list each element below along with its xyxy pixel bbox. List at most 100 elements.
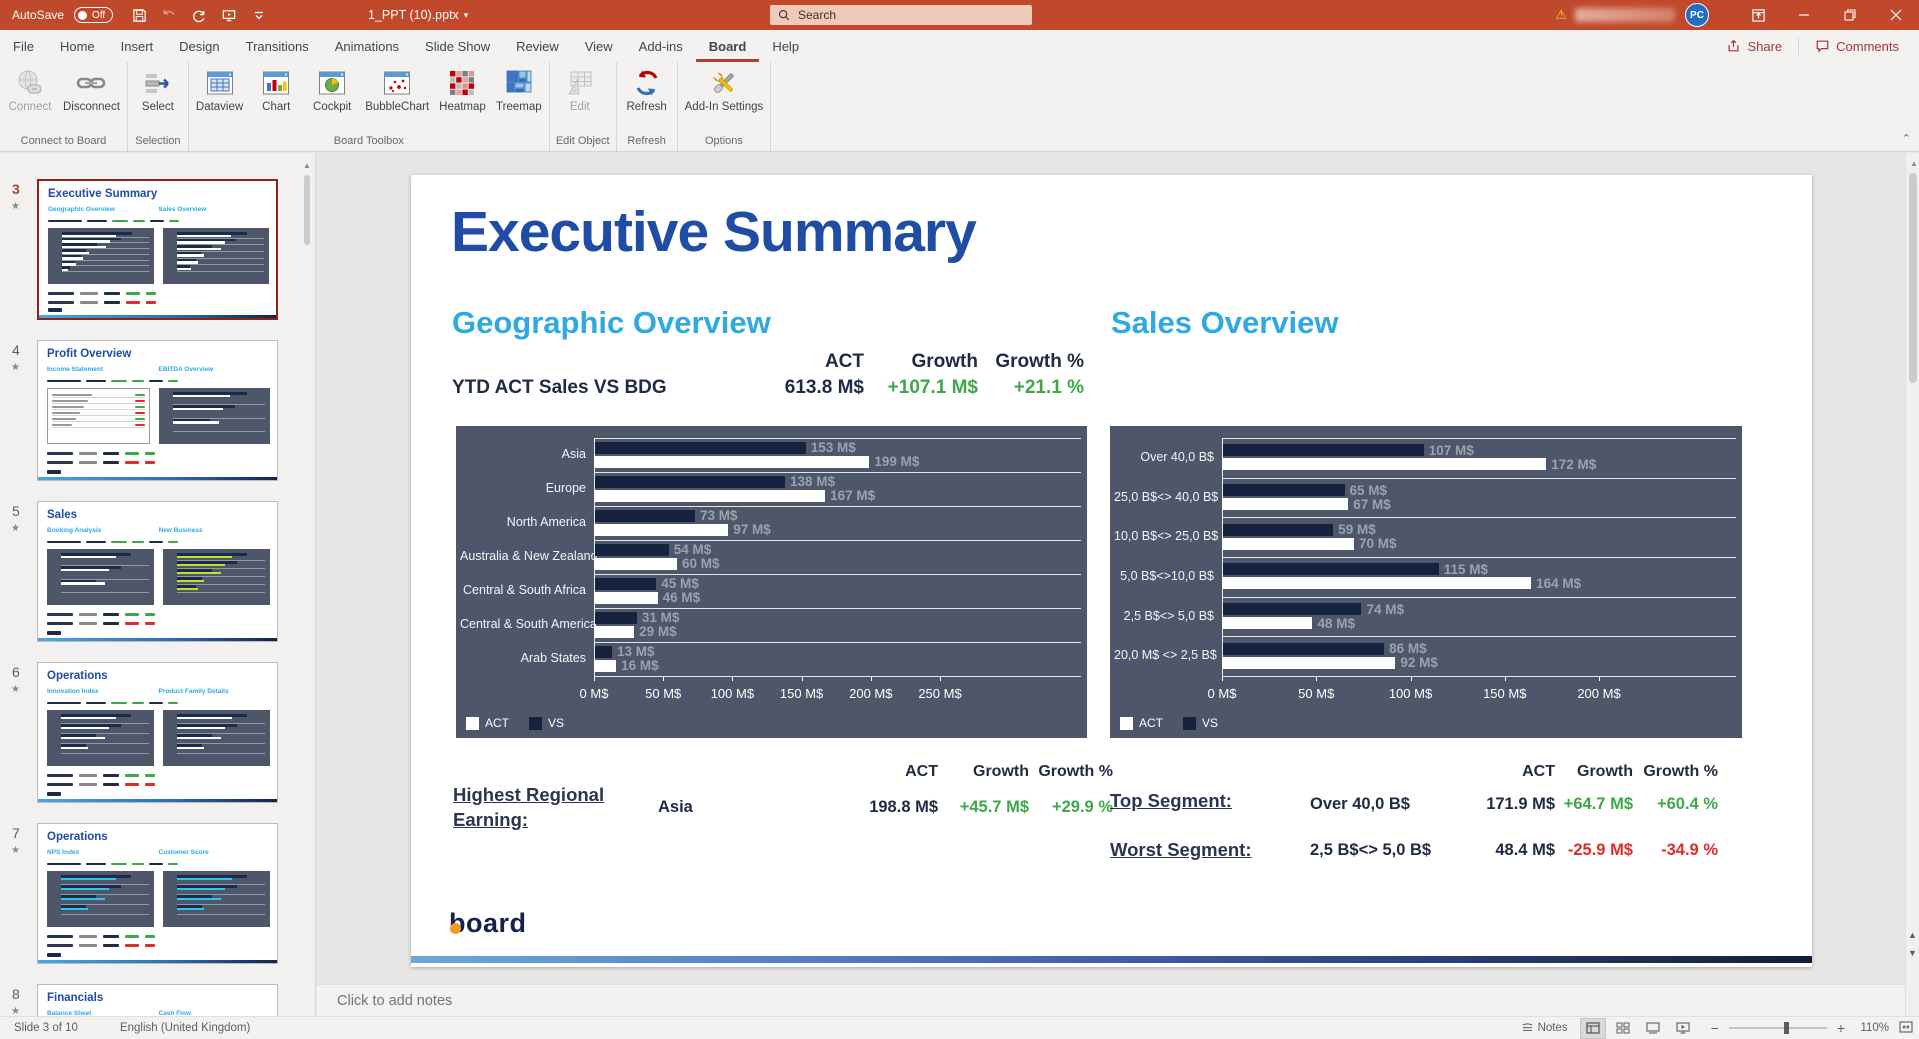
disconnect-button[interactable]: Disconnect bbox=[58, 65, 125, 133]
scroll-up-icon[interactable]: ▲ bbox=[303, 161, 311, 170]
share-button[interactable]: Share bbox=[1716, 36, 1792, 57]
user-name-redacted bbox=[1575, 8, 1675, 22]
thumbnail-accent-strip bbox=[38, 477, 277, 480]
thumbnail-mini-chart bbox=[163, 549, 270, 605]
close-button[interactable] bbox=[1873, 0, 1919, 30]
zoom-percentage[interactable]: 110% bbox=[1855, 1022, 1889, 1034]
bubblechart-button[interactable]: BubbleChart bbox=[360, 65, 434, 133]
slide-thumbnail-3[interactable]: Executive SummaryGeographic OverviewSale… bbox=[37, 179, 278, 320]
comments-button[interactable]: Comments bbox=[1805, 36, 1909, 57]
select-button[interactable]: Select bbox=[130, 65, 186, 133]
autosave-toggle[interactable]: Off bbox=[74, 7, 113, 23]
tab-review[interactable]: Review bbox=[503, 30, 572, 62]
scrollbar-thumb[interactable] bbox=[1909, 173, 1917, 383]
tab-transitions[interactable]: Transitions bbox=[233, 30, 322, 62]
slide-scrollbar[interactable]: ▲ ▲ ▼ bbox=[1905, 153, 1919, 1016]
slide-number: 7 bbox=[12, 825, 20, 841]
segment-summary-table[interactable]: ACT Growth Growth % Top Segment: Over 40… bbox=[1110, 763, 1718, 873]
thumbnail-section-label: Geographic Overview bbox=[48, 206, 159, 213]
language-status[interactable]: English (United Kingdom) bbox=[116, 1022, 254, 1034]
avatar[interactable]: PC bbox=[1685, 3, 1709, 27]
status-bar: Slide 3 of 10 English (United Kingdom) N… bbox=[0, 1016, 1919, 1039]
tab-help[interactable]: Help bbox=[759, 30, 812, 62]
scroll-up-icon[interactable]: ▲ bbox=[1910, 159, 1918, 168]
search-input[interactable]: Search bbox=[770, 5, 1032, 25]
kpi-header-growth-pct: Growth % bbox=[978, 351, 1084, 373]
thumbnail-footer-rows bbox=[47, 610, 268, 628]
dataview-button[interactable]: Dataview bbox=[191, 65, 248, 133]
previous-slide-icon[interactable]: ▲ bbox=[1908, 930, 1917, 940]
restore-button[interactable] bbox=[1827, 0, 1873, 30]
thumbnail-kpi-row bbox=[47, 860, 268, 868]
tab-board[interactable]: Board bbox=[696, 30, 760, 62]
tab-design[interactable]: Design bbox=[166, 30, 232, 62]
button-label: Add-In Settings bbox=[685, 101, 764, 114]
chart-bar bbox=[1222, 498, 1348, 510]
chart-bar bbox=[1222, 643, 1384, 655]
sales-overview-chart[interactable]: Over 40,0 B$107 M$172 M$25,0 B$<> 40,0 B… bbox=[1110, 426, 1742, 738]
minimize-button[interactable] bbox=[1781, 0, 1827, 30]
sales-overview-heading[interactable]: Sales Overview bbox=[1111, 305, 1339, 341]
chart-legend: ACTVS bbox=[1120, 716, 1218, 730]
start-presentation-icon[interactable] bbox=[221, 7, 237, 23]
tab-slide-show[interactable]: Slide Show bbox=[412, 30, 503, 62]
heatmap-button[interactable]: Heatmap bbox=[434, 65, 491, 133]
tab-add-ins[interactable]: Add-ins bbox=[626, 30, 696, 62]
tab-insert[interactable]: Insert bbox=[108, 30, 167, 62]
thumbnail-mini-chart bbox=[47, 549, 154, 605]
tab-file[interactable]: File bbox=[0, 30, 47, 62]
slideshow-view-button[interactable] bbox=[1670, 1018, 1696, 1039]
customize-qat-icon[interactable] bbox=[251, 7, 267, 23]
geographic-overview-chart[interactable]: Asia153 M$199 M$Europe138 M$167 M$North … bbox=[456, 426, 1087, 738]
slide-thumbnail-4[interactable]: Profit OverviewIncome StatementEBITDA Ov… bbox=[37, 340, 278, 481]
collapse-ribbon-icon[interactable]: ⌃ bbox=[1902, 132, 1911, 145]
thumbnail-section-label: Product Family Details bbox=[159, 688, 271, 695]
tab-view[interactable]: View bbox=[572, 30, 626, 62]
chart-bar-group: 45 M$46 M$ bbox=[594, 576, 700, 605]
tools-icon bbox=[709, 68, 739, 98]
chart-category-label: Asia bbox=[460, 447, 586, 461]
notes-placeholder: Click to add notes bbox=[337, 993, 452, 1009]
undo-icon[interactable] bbox=[161, 7, 177, 23]
chart-button[interactable]: Chart bbox=[248, 65, 304, 133]
thumbnail-accent-strip bbox=[38, 638, 277, 641]
slide-number-status[interactable]: Slide 3 of 10 bbox=[10, 1022, 82, 1034]
zoom-slider-thumb[interactable] bbox=[1784, 1022, 1789, 1034]
slide-number: 4 bbox=[12, 342, 20, 358]
zoom-in-button[interactable]: + bbox=[1834, 1020, 1848, 1036]
tab-home[interactable]: Home bbox=[47, 30, 108, 62]
slide-thumbnail-7[interactable]: OperationsNPS IndexCustomer Score bbox=[37, 823, 278, 964]
slide-title[interactable]: Executive Summary bbox=[451, 199, 976, 265]
slide-thumbnail-8[interactable]: FinancialsBalance SheetCash Flow bbox=[37, 984, 278, 1016]
geographic-overview-heading[interactable]: Geographic Overview bbox=[452, 305, 771, 341]
warning-icon[interactable]: ⚠ bbox=[1555, 7, 1567, 23]
ribbon-group-label: Options bbox=[680, 133, 769, 151]
ribbon-display-options-icon[interactable] bbox=[1735, 0, 1781, 30]
notes-pane[interactable]: Click to add notes bbox=[317, 984, 1905, 1016]
document-title[interactable]: 1_PPT (10).pptx ▾ bbox=[368, 0, 468, 30]
save-icon[interactable] bbox=[131, 7, 147, 23]
add-in-settings-button[interactable]: Add-In Settings bbox=[680, 65, 769, 133]
slide-thumbnail-6[interactable]: OperationsInnovation IndexProduct Family… bbox=[37, 662, 278, 803]
fit-slide-to-window-icon[interactable] bbox=[1899, 1021, 1913, 1036]
tab-animations[interactable]: Animations bbox=[322, 30, 412, 62]
normal-view-button[interactable] bbox=[1580, 1018, 1606, 1039]
slide-canvas[interactable]: Executive Summary Geographic Overview Sa… bbox=[411, 175, 1812, 967]
next-slide-icon[interactable]: ▼ bbox=[1908, 948, 1917, 958]
slide-thumbnail-5[interactable]: SalesBooking AnalysisNew Business bbox=[37, 501, 278, 642]
treemap-button[interactable]: Treemap bbox=[491, 65, 547, 133]
cockpit-button[interactable]: Cockpit bbox=[304, 65, 360, 133]
axis-tick-label: 50 M$ bbox=[1298, 686, 1334, 701]
reading-view-button[interactable] bbox=[1640, 1018, 1666, 1039]
redo-icon[interactable] bbox=[191, 7, 207, 23]
zoom-out-button[interactable]: − bbox=[1708, 1020, 1722, 1036]
button-label: Refresh bbox=[626, 101, 666, 114]
thumbnail-footer-rows bbox=[47, 449, 268, 467]
highest-regional-earning-table[interactable]: ACT Growth Growth % Highest Regional Ear… bbox=[453, 763, 1113, 833]
slide-sorter-view-button[interactable] bbox=[1610, 1018, 1636, 1039]
zoom-slider[interactable] bbox=[1729, 1027, 1827, 1029]
refresh-button[interactable]: Refresh bbox=[619, 65, 675, 133]
ytd-kpi-table[interactable]: ACT Growth Growth % YTD ACT Sales VS BDG… bbox=[452, 351, 1084, 399]
chart-category-label: Europe bbox=[460, 481, 586, 495]
notes-toggle-button[interactable]: Notes bbox=[1513, 1022, 1576, 1034]
